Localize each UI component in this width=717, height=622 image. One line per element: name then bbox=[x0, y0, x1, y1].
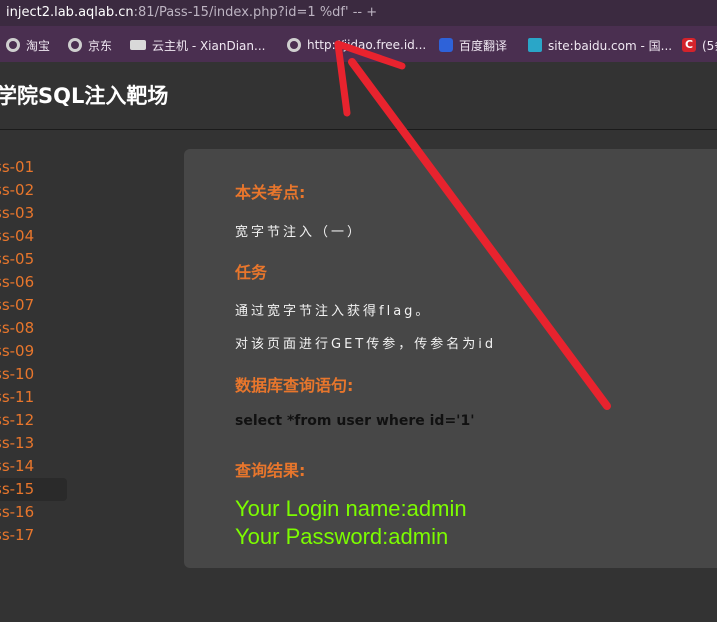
globe-icon bbox=[287, 38, 301, 52]
result-password: Your Password:admin bbox=[235, 524, 449, 549]
sidebar-item-pass-16[interactable]: ss-16 bbox=[0, 501, 67, 524]
bookmark-label: 京东 bbox=[88, 38, 113, 53]
url-path: :81/Pass-15/index.php?id=1 %df' -- + bbox=[133, 5, 378, 20]
url-host: inject2.lab.aqlab.cn bbox=[6, 5, 134, 20]
baidu-icon bbox=[439, 38, 453, 52]
bookmark-jidao[interactable]: http://jidao.free.id... bbox=[287, 36, 426, 54]
bookmark-label: (5条 bbox=[702, 38, 717, 53]
key-point-text: 宽字节注入（一） bbox=[235, 225, 364, 240]
bookmarks-bar: 淘宝 京东 云主机 - XianDian... http://jidao.fre… bbox=[0, 26, 717, 62]
bookmark-taobao[interactable]: 淘宝 bbox=[6, 36, 50, 54]
address-bar[interactable]: inject2.lab.aqlab.cn:81/Pass-15/index.ph… bbox=[0, 0, 717, 26]
task-text-1: 通过宽字节注入获得flag。 bbox=[235, 304, 432, 319]
sidebar-item-pass-04[interactable]: ss-04 bbox=[0, 225, 67, 248]
bookmark-label: site:baidu.com - 国... bbox=[548, 38, 673, 53]
sidebar-item-pass-07[interactable]: ss-07 bbox=[0, 294, 67, 317]
sidebar-item-pass-06[interactable]: ss-06 bbox=[0, 271, 67, 294]
sidebar-item-pass-10[interactable]: ss-10 bbox=[0, 363, 67, 386]
query-heading: 数据库查询语句: bbox=[235, 376, 354, 395]
bookmark-bing-site[interactable]: site:baidu.com - 国... bbox=[528, 36, 672, 54]
key-point-heading: 本关考点: bbox=[235, 183, 306, 202]
title-divider bbox=[0, 129, 717, 130]
sql-query: select *from user where id='1' bbox=[235, 413, 475, 429]
result-heading: 查询结果: bbox=[235, 461, 306, 480]
sidebar-item-pass-14[interactable]: ss-14 bbox=[0, 455, 67, 478]
bookmark-baidu-translate[interactable]: 百度翻译 bbox=[439, 36, 507, 54]
sidebar-item-pass-11[interactable]: ss-11 bbox=[0, 386, 67, 409]
sidebar-item-pass-09[interactable]: ss-09 bbox=[0, 340, 67, 363]
bookmark-jd[interactable]: 京东 bbox=[68, 36, 112, 54]
bookmark-label: http://jidao.free.id... bbox=[307, 38, 427, 52]
sidebar-item-pass-05[interactable]: ss-05 bbox=[0, 248, 67, 271]
bookmark-label: 淘宝 bbox=[26, 38, 51, 53]
sidebar-item-pass-01[interactable]: ss-01 bbox=[0, 156, 67, 179]
bookmark-label: 云主机 - XianDian... bbox=[152, 38, 266, 53]
sidebar-item-pass-12[interactable]: ss-12 bbox=[0, 409, 67, 432]
task-text-2: 对该页面进行GET传参，传参名为id bbox=[235, 337, 497, 352]
sidebar-item-pass-08[interactable]: ss-08 bbox=[0, 317, 67, 340]
bookmark-csdn[interactable]: C (5条 bbox=[682, 36, 717, 54]
csdn-icon: C bbox=[682, 38, 696, 52]
bookmark-label: 百度翻译 bbox=[459, 38, 508, 53]
globe-icon bbox=[6, 38, 20, 52]
sidebar-item-pass-02[interactable]: ss-02 bbox=[0, 179, 67, 202]
sidebar-item-pass-15[interactable]: ss-15 bbox=[0, 478, 67, 501]
bookmark-yunzhuji[interactable]: 云主机 - XianDian... bbox=[130, 36, 265, 54]
cloud-icon bbox=[130, 40, 146, 50]
task-heading: 任务 bbox=[235, 263, 268, 282]
page-title: 学院SQL注入靶场 bbox=[0, 84, 169, 108]
result-login-name: Your Login name:admin bbox=[235, 496, 467, 521]
globe-icon bbox=[68, 38, 82, 52]
challenge-panel: 本关考点: 宽字节注入（一） 任务 通过宽字节注入获得flag。 对该页面进行G… bbox=[184, 149, 717, 568]
sidebar-item-pass-03[interactable]: ss-03 bbox=[0, 202, 67, 225]
sidebar-item-pass-13[interactable]: ss-13 bbox=[0, 432, 67, 455]
sidebar-item-pass-17[interactable]: ss-17 bbox=[0, 524, 67, 547]
bing-icon bbox=[528, 38, 542, 52]
